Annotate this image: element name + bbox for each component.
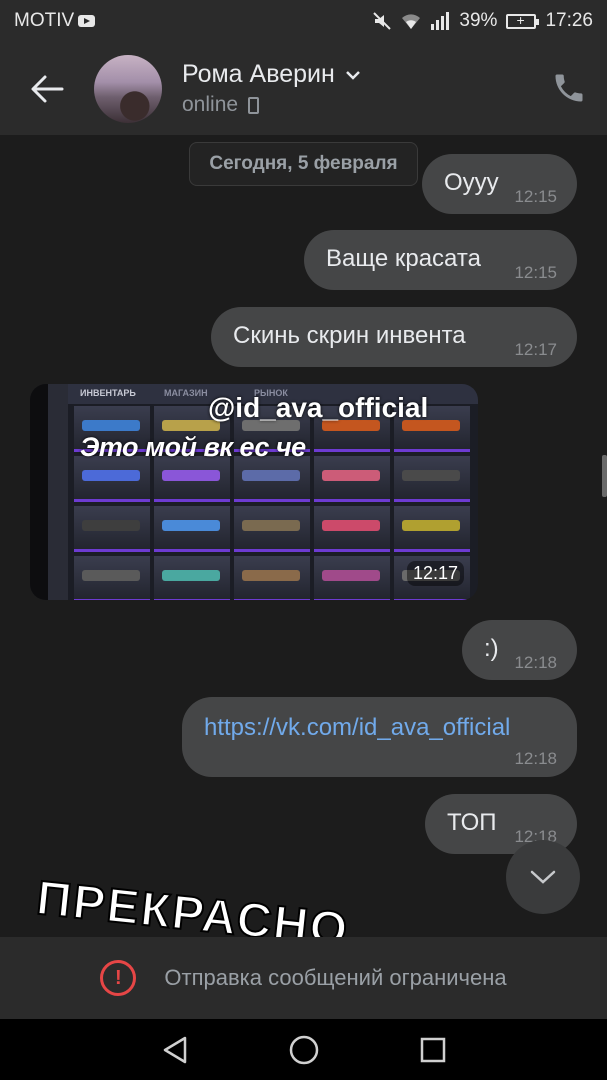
nav-back-button[interactable] [155, 1030, 195, 1070]
wifi-icon [402, 14, 421, 29]
restriction-banner: ! Отправка сообщений ограничена [0, 937, 607, 1019]
photo-watermark: @id_ava_official [208, 392, 429, 423]
scroll-down-button[interactable] [506, 840, 580, 914]
game-sidebar [48, 384, 68, 600]
nav-recents-button[interactable] [413, 1030, 453, 1070]
game-tab: ИНВЕНТАРЬ [80, 388, 136, 398]
mobile-icon [248, 96, 260, 114]
message-time: 12:15 [514, 263, 557, 282]
restriction-text: Отправка сообщений ограничена [164, 965, 507, 990]
signal-icon [431, 12, 450, 30]
nav-recents-icon [420, 1037, 445, 1062]
message-time: 12:18 [514, 749, 557, 768]
message-time: 12:15 [514, 187, 557, 206]
photo-time: 12:17 [406, 561, 464, 586]
chevron-down-icon [345, 70, 360, 80]
chat-header: Рома Аверин online [0, 42, 607, 135]
system-nav-bar [0, 1019, 607, 1080]
photo-message[interactable]: ИНВЕНТАРЬ МАГАЗИН РЫНОК @id_ava_official… [30, 384, 478, 600]
phone-icon[interactable] [551, 70, 587, 106]
message-text: Скинь скрин инвента [233, 322, 466, 349]
date-separator: Сегодня, 5 февраля [189, 142, 418, 186]
message-bubble[interactable]: :) 12:18 [462, 620, 577, 680]
avatar[interactable] [94, 54, 162, 123]
clock: 17:26 [545, 10, 593, 31]
nav-home-icon [289, 1035, 318, 1064]
message-bubble[interactable]: Скинь скрин инвента 12:17 [211, 307, 577, 367]
message-text: :) [484, 635, 499, 662]
status-bar: MOTIV 39% 17:26 [0, 0, 607, 42]
back-arrow-icon [31, 75, 64, 102]
photo-caption: Это мой вк ес че [80, 432, 306, 462]
message-bubble[interactable]: Ваще красата 12:15 [304, 230, 577, 290]
nav-back-icon [163, 1036, 186, 1063]
battery-percent: 39% [459, 10, 498, 31]
message-text: ТОП [447, 809, 497, 836]
game-tab: МАГАЗИН [164, 388, 208, 398]
carrier-label: MOTIV [14, 10, 75, 31]
message-text: Оууу [444, 169, 499, 196]
message-bubble[interactable]: https://vk.com/id_ava_official 12:18 [182, 697, 577, 777]
contact-title[interactable]: Рома Аверин online [182, 60, 361, 117]
scroll-indicator[interactable] [602, 455, 607, 497]
message-bubble[interactable]: Оууу 12:15 [422, 154, 577, 214]
sticker[interactable]: ПРЕКРАСНО [33, 871, 353, 937]
message-time: 12:18 [514, 653, 557, 672]
battery-icon [506, 12, 540, 29]
message-text: Ваще красата [326, 245, 481, 272]
photo-rail [30, 384, 48, 600]
message-time: 12:17 [514, 340, 557, 359]
contact-name: Рома Аверин [182, 60, 335, 88]
chevron-down-icon [530, 870, 556, 884]
youtube-icon [78, 15, 96, 27]
nav-home-button[interactable] [284, 1030, 324, 1070]
message-list[interactable]: Сегодня, 5 февраля Оууу 12:15 Ваще краса… [0, 135, 607, 937]
message-link[interactable]: https://vk.com/id_ava_official [204, 714, 510, 742]
contact-status: online [182, 93, 239, 116]
back-button[interactable] [0, 42, 94, 135]
error-icon: ! [100, 960, 137, 996]
mute-icon [373, 12, 392, 30]
